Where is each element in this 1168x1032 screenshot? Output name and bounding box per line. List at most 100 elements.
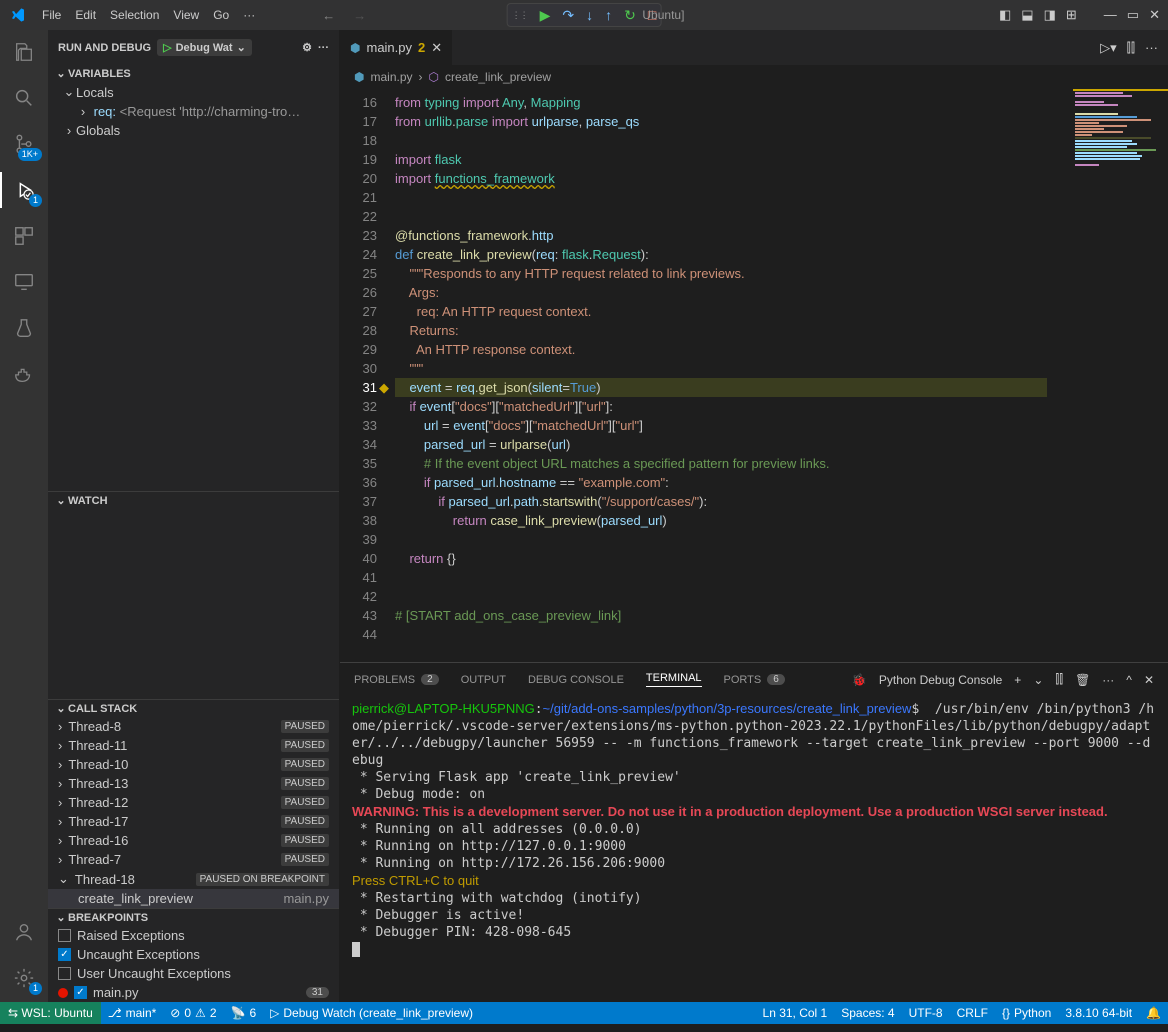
thread-row[interactable]: ›Thread-17PAUSED [48, 812, 339, 831]
testing-icon[interactable] [10, 314, 38, 342]
search-icon[interactable] [10, 84, 38, 112]
debug-console-icon: 🐞 [852, 673, 867, 687]
title-bar: File Edit Selection View Go ··· ← → ⋮⋮ ▶… [0, 0, 1168, 30]
bp-file[interactable]: ✓main.py31 [48, 983, 339, 1002]
locals-node[interactable]: ⌄Locals [58, 82, 339, 102]
terminal[interactable]: pierrick@LAPTOP-HKU5PNNG:~/git/add-ons-s… [340, 696, 1168, 1002]
remote-indicator[interactable]: ⇆ WSL: Ubuntu [0, 1002, 101, 1024]
debug-sidebar: RUN AND DEBUG ▷Debug Wat⌄ ⚙ ··· ⌄VARIABL… [48, 30, 340, 1002]
continue-icon[interactable]: ▶ [540, 7, 551, 24]
stack-frame[interactable]: create_link_previewmain.py [48, 889, 339, 908]
explorer-icon[interactable] [10, 38, 38, 66]
drag-handle-icon[interactable]: ⋮⋮ [512, 10, 528, 21]
vscode-logo [0, 7, 35, 23]
more-actions-icon[interactable]: ··· [1145, 40, 1158, 56]
bp-user-uncaught[interactable]: User Uncaught Exceptions [48, 964, 339, 983]
status-indent[interactable]: Spaces: 4 [834, 1006, 901, 1020]
window-maximize[interactable]: ▭ [1127, 7, 1139, 23]
menu-bar: File Edit Selection View Go ··· [35, 8, 262, 22]
status-cursor-pos[interactable]: Ln 31, Col 1 [756, 1006, 835, 1020]
python-file-icon: ⬢ [350, 41, 360, 55]
tab-close-icon[interactable]: ✕ [431, 40, 442, 56]
split-icon[interactable]: ⫿⫿ [1127, 40, 1135, 56]
thread-row[interactable]: ›Thread-7PAUSED [48, 850, 339, 869]
settings-icon[interactable]: 1 [10, 964, 38, 992]
panel-more-icon[interactable]: ··· [1102, 673, 1114, 687]
gear-icon[interactable]: ⚙ [302, 41, 312, 54]
variable-req[interactable]: › req: <Request 'http://charming-tro… [58, 102, 339, 121]
status-debug[interactable]: ▷Debug Watch (create_link_preview) [263, 1006, 480, 1020]
breakpoints-section[interactable]: ⌄BREAKPOINTS [48, 909, 339, 926]
callstack-section[interactable]: ⌄CALL STACK [48, 700, 339, 717]
new-terminal-icon[interactable]: + [1014, 673, 1021, 687]
nav-back[interactable]: ← [322, 8, 335, 23]
window-close[interactable]: ✕ [1149, 7, 1160, 23]
thread-row[interactable]: ›Thread-16PAUSED [48, 831, 339, 850]
thread-row[interactable]: ›Thread-12PAUSED [48, 793, 339, 812]
scm-icon[interactable]: 1K+ [10, 130, 38, 158]
bp-raised[interactable]: Raised Exceptions [48, 926, 339, 945]
status-lang[interactable]: {}Python [995, 1006, 1058, 1020]
nav-forward[interactable]: → [353, 8, 366, 23]
restart-icon[interactable]: ↻ [624, 7, 636, 24]
split-terminal-icon[interactable]: ⫿⫿ [1055, 672, 1063, 687]
accounts-icon[interactable] [10, 918, 38, 946]
remote-explorer-icon[interactable] [10, 268, 38, 296]
tab-dirty-badge: 2 [418, 40, 425, 55]
panel-tab-ports[interactable]: PORTS6 [724, 674, 785, 686]
symbol-method-icon: ⬡ [429, 70, 439, 84]
thread-row[interactable]: ›Thread-13PAUSED [48, 774, 339, 793]
panel-tab-debug-console[interactable]: DEBUG CONSOLE [528, 674, 624, 686]
thread-row[interactable]: ⌄Thread-18PAUSED ON BREAKPOINT [48, 869, 339, 889]
more-icon[interactable]: ··· [318, 42, 329, 54]
thread-row[interactable]: ›Thread-10PAUSED [48, 755, 339, 774]
thread-row[interactable]: ›Thread-8PAUSED [48, 717, 339, 736]
kill-terminal-icon[interactable]: 🗑 [1075, 673, 1090, 687]
thread-row[interactable]: ›Thread-11PAUSED [48, 736, 339, 755]
layout-secondary-icon[interactable]: ◨ [1044, 7, 1056, 23]
menu-selection[interactable]: Selection [103, 8, 166, 22]
menu-go[interactable]: Go [206, 8, 236, 22]
tab-main-py[interactable]: ⬢ main.py 2 ✕ [340, 30, 453, 65]
menu-edit[interactable]: Edit [68, 8, 103, 22]
status-branch[interactable]: ⎇main* [101, 1006, 164, 1020]
debug-toolbar[interactable]: ⋮⋮ ▶ ↷ ↓ ↑ ↻ □ [507, 3, 662, 27]
layout-panel-icon[interactable]: ⬓ [1021, 7, 1033, 23]
step-over-icon[interactable]: ↷ [562, 7, 574, 24]
step-into-icon[interactable]: ↓ [586, 7, 593, 23]
status-problems[interactable]: ⊘0⚠2 [163, 1006, 223, 1020]
status-notifications[interactable]: 🔔 [1139, 1006, 1168, 1020]
status-ports[interactable]: 📡6 [224, 1006, 264, 1020]
menu-more[interactable]: ··· [236, 8, 262, 22]
bp-uncaught[interactable]: ✓Uncaught Exceptions [48, 945, 339, 964]
status-python[interactable]: 3.8.10 64-bit [1058, 1006, 1139, 1020]
panel-maximize-icon[interactable]: ^ [1126, 673, 1132, 687]
breadcrumb[interactable]: ⬢ main.py› ⬡ create_link_preview [340, 65, 1168, 89]
panel-tab-problems[interactable]: PROBLEMS2 [354, 674, 439, 686]
minimap[interactable] [1073, 89, 1168, 329]
menu-view[interactable]: View [166, 8, 206, 22]
bottom-panel: PROBLEMS2 OUTPUT DEBUG CONSOLE TERMINAL … [340, 662, 1168, 1002]
status-eol[interactable]: CRLF [950, 1006, 995, 1020]
status-encoding[interactable]: UTF-8 [902, 1006, 950, 1020]
code-editor[interactable]: 1617181920212223242526272829303132333435… [340, 89, 1168, 662]
step-out-icon[interactable]: ↑ [605, 7, 612, 23]
debug-icon[interactable]: 1 [10, 176, 38, 204]
layout-primary-icon[interactable]: ◧ [999, 7, 1011, 23]
panel-tab-terminal[interactable]: TERMINAL [646, 672, 702, 687]
terminal-profile-label[interactable]: Python Debug Console [879, 673, 1002, 687]
variables-section[interactable]: ⌄VARIABLES [48, 65, 339, 82]
window-minimize[interactable]: — [1104, 7, 1117, 23]
menu-file[interactable]: File [35, 8, 68, 22]
docker-icon[interactable] [10, 360, 38, 388]
run-icon[interactable]: ▷▾ [1100, 40, 1117, 56]
layout-customize-icon[interactable]: ⊞ [1066, 7, 1077, 23]
nav-arrows: ← → [322, 8, 366, 23]
debug-config-dropdown[interactable]: ▷Debug Wat⌄ [157, 39, 252, 56]
globals-node[interactable]: ›Globals [58, 121, 339, 140]
tab-label: main.py [366, 40, 412, 55]
extensions-icon[interactable] [10, 222, 38, 250]
panel-close-icon[interactable]: ✕ [1144, 673, 1154, 687]
watch-section[interactable]: ⌄WATCH [48, 492, 339, 509]
panel-tab-output[interactable]: OUTPUT [461, 674, 506, 686]
